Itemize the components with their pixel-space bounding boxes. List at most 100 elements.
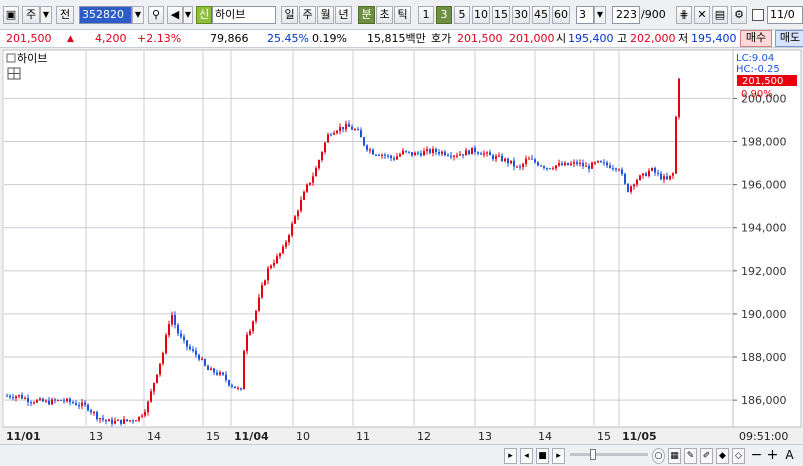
candle-body [564, 162, 566, 166]
period-second-button[interactable]: 초 [376, 6, 393, 24]
speaker-icon[interactable]: ◀ [167, 6, 183, 24]
candle-body [195, 350, 197, 355]
option-checkbox[interactable] [752, 9, 764, 21]
stock-code-dropdown-icon[interactable]: ▼ [132, 6, 144, 24]
window-menu-icon[interactable]: ▣ [3, 6, 19, 24]
candle-body [666, 176, 668, 180]
candle-body [474, 147, 476, 153]
pen-icon[interactable]: ✐ [700, 448, 713, 464]
interval-dropdown-icon[interactable]: ▼ [594, 6, 606, 24]
candle-body [216, 372, 218, 375]
buy-button[interactable]: 매수 [740, 30, 772, 47]
candle-body [585, 165, 587, 167]
x-tick-label: 12 [417, 430, 431, 443]
candle-body [561, 163, 563, 166]
candle-body [75, 403, 77, 406]
candle-body [540, 165, 542, 167]
market-dropdown-icon[interactable]: ▼ [40, 6, 52, 24]
zoom-out-icon[interactable]: − [750, 448, 763, 464]
interval-1-button[interactable]: 1 [418, 6, 434, 24]
interval-60-button[interactable]: 60 [552, 6, 570, 24]
candle-body [42, 398, 44, 402]
candle-body [129, 420, 131, 422]
candle-body [252, 321, 254, 331]
candle-body [261, 285, 263, 298]
zoom-slider-handle[interactable] [590, 449, 596, 460]
view-mode-button[interactable]: 전 [56, 6, 74, 24]
candle-body [132, 420, 134, 422]
candle-body [441, 151, 443, 154]
interval-30-button[interactable]: 30 [512, 6, 530, 24]
candle-body [264, 280, 266, 286]
search-icon[interactable]: ⚲ [148, 6, 164, 24]
candle-body [135, 420, 137, 422]
candle-body [573, 162, 575, 164]
quote-bar: 201,500 ▲ 4,200 +2.13% 79,866 25.45% 0.1… [0, 30, 803, 48]
candle-body [567, 162, 569, 166]
period-day-button[interactable]: 일 [281, 6, 298, 24]
candle-body [273, 263, 275, 266]
candle-body [480, 153, 482, 155]
speaker-dropdown-icon[interactable]: ▼ [183, 6, 193, 24]
sell-button[interactable]: 매도 [775, 30, 803, 47]
zoom-reset-icon[interactable]: ○ [652, 448, 665, 464]
color-icon[interactable]: ◆ [716, 448, 729, 464]
count-input[interactable]: 223 [612, 6, 640, 24]
chart-area[interactable]: 186,000 188,000 190,000 192,000 194,000 196,0… [0, 48, 803, 466]
candle-body [423, 151, 425, 156]
period-month-button[interactable]: 월 [317, 6, 334, 24]
interval-15-button[interactable]: 15 [492, 6, 510, 24]
draw-tool-icon[interactable]: ✕ [694, 6, 710, 24]
drawing-icon[interactable]: ✎ [684, 448, 697, 464]
scroll-start-icon[interactable]: ◂ [520, 448, 533, 464]
price-chart[interactable]: 186,000 188,000 190,000 192,000 194,000 196,0… [0, 48, 803, 444]
zoom-in-icon[interactable]: + [766, 448, 779, 464]
indicator-icon[interactable]: ⋕ [676, 6, 692, 24]
save-icon[interactable]: ▤ [712, 6, 728, 24]
ratio-pct: 0.19% [312, 32, 347, 45]
shape-icon[interactable]: ◇ [732, 448, 745, 464]
period-tick-button[interactable]: 틱 [394, 6, 411, 24]
candle-body [543, 166, 545, 168]
x-tick-label: 15 [206, 430, 220, 443]
candle-body [210, 368, 212, 371]
scroll-prev-icon[interactable]: ▸ [504, 448, 517, 464]
candle-body [63, 400, 65, 402]
scroll-end-icon[interactable]: ▸ [552, 448, 565, 464]
auto-scale-icon[interactable]: A [783, 448, 796, 464]
market-select[interactable]: 주 [22, 6, 40, 24]
chart-type-icon[interactable]: ▦ [668, 448, 681, 464]
candle-body [387, 155, 389, 157]
candle-body [102, 418, 104, 420]
candle-body [39, 398, 41, 401]
interval-3-button[interactable]: 3 [436, 6, 452, 24]
period-minute-button[interactable]: 분 [358, 6, 375, 24]
settings-gear-icon[interactable]: ⚙ [731, 6, 747, 24]
candle-body [51, 399, 53, 405]
stop-icon[interactable]: ■ [536, 448, 549, 464]
interval-5-button[interactable]: 5 [454, 6, 470, 24]
stock-code-input[interactable]: 352820 [79, 6, 132, 24]
candle-body [282, 246, 284, 254]
candle-body [372, 149, 374, 155]
chart-footer: ▸ ◂ ■ ▸ ○ ▦ ✎ ✐ ◆ ◇ − + A [0, 444, 803, 466]
candle-body [456, 155, 458, 157]
candle-body [312, 176, 314, 183]
interval-10-button[interactable]: 10 [472, 6, 490, 24]
period-week-button[interactable]: 주 [299, 6, 316, 24]
current-price: 201,500 [6, 32, 52, 45]
date-input[interactable]: 11/0 [767, 6, 803, 24]
candle-body [126, 419, 128, 421]
candle-body [486, 152, 488, 154]
interval-value-input[interactable]: 3 [576, 6, 594, 24]
candle-body [600, 160, 602, 163]
candle-body [384, 154, 386, 156]
zoom-slider[interactable] [570, 453, 648, 456]
period-year-button[interactable]: 년 [335, 6, 352, 24]
candle-body [333, 132, 335, 135]
legend-series-name: 하이브 [17, 51, 47, 65]
interval-45-button[interactable]: 45 [532, 6, 550, 24]
legend-toggle-icon[interactable] [6, 53, 16, 63]
candle-body [228, 380, 230, 386]
candle-body [9, 395, 11, 398]
